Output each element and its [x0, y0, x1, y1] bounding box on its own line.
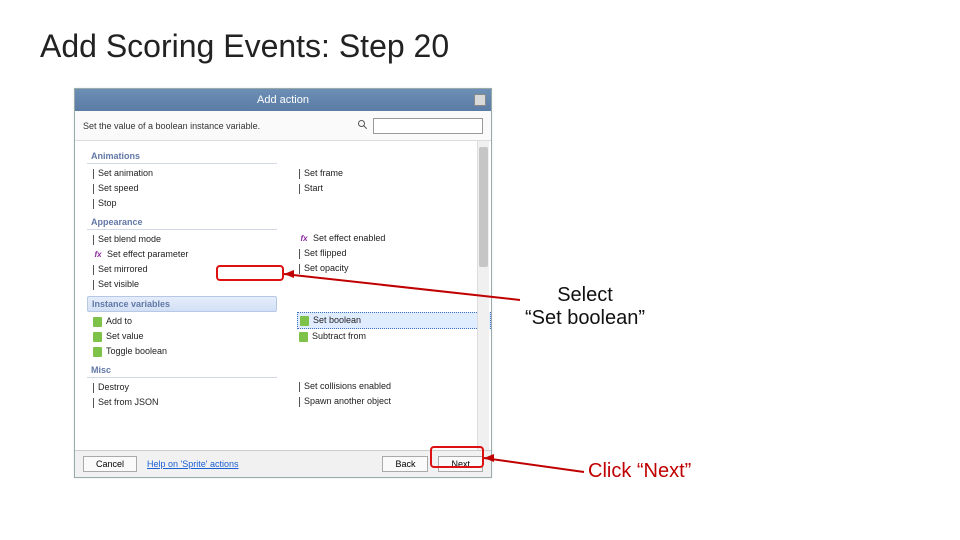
bookmark-icon: [300, 316, 309, 326]
next-button[interactable]: Next: [438, 456, 483, 472]
dialog-description-bar: Set the value of a boolean instance vari…: [75, 111, 491, 141]
bookmark-icon: [93, 317, 102, 327]
category-instance-variables: Instance variables: [87, 296, 277, 312]
bookmark-icon: [93, 347, 102, 357]
action-subtract-from[interactable]: Subtract from: [297, 329, 491, 344]
dialog-titlebar: Add action: [75, 89, 491, 111]
action-set-blend-mode[interactable]: Set blend mode: [91, 232, 285, 247]
back-button[interactable]: Back: [382, 456, 428, 472]
action-toggle-boolean[interactable]: Toggle boolean: [91, 344, 285, 359]
dialog-body: Animations Set animation Set speed Stop …: [75, 141, 491, 451]
action-set-from-json[interactable]: Set from JSON: [91, 395, 285, 410]
help-link[interactable]: Help on 'Sprite' actions: [147, 459, 239, 469]
action-stop[interactable]: Stop: [91, 196, 285, 211]
action-set-effect-enabled[interactable]: fxSet effect enabled: [297, 231, 491, 246]
action-set-effect-parameter[interactable]: fxSet effect parameter: [91, 247, 285, 262]
fx-icon: fx: [93, 248, 103, 261]
action-spawn-another-object[interactable]: Spawn another object: [297, 394, 491, 409]
action-add-to[interactable]: Add to: [91, 314, 285, 329]
cancel-button[interactable]: Cancel: [83, 456, 137, 472]
action-set-opacity[interactable]: Set opacity: [297, 261, 491, 276]
dialog-footer: Cancel Help on 'Sprite' actions Back Nex…: [75, 450, 491, 477]
bookmark-icon: [299, 332, 308, 342]
annotation-select: Select “Set boolean”: [510, 284, 660, 330]
slide-title: Add Scoring Events: Step 20: [40, 28, 449, 65]
dialog-description: Set the value of a boolean instance vari…: [83, 121, 260, 131]
category-misc: Misc: [87, 363, 277, 378]
scrollbar-thumb[interactable]: [479, 147, 488, 267]
search-icon: [357, 119, 369, 133]
dialog-title: Add action: [257, 94, 309, 106]
maximize-icon[interactable]: [474, 94, 486, 106]
action-set-value[interactable]: Set value: [91, 329, 285, 344]
action-set-collisions-enabled[interactable]: Set collisions enabled: [297, 379, 491, 394]
add-action-dialog: Add action Set the value of a boolean in…: [74, 88, 492, 478]
action-set-speed[interactable]: Set speed: [91, 181, 285, 196]
action-set-animation[interactable]: Set animation: [91, 166, 285, 181]
search-input[interactable]: [373, 118, 483, 134]
action-set-visible[interactable]: Set visible: [91, 277, 285, 292]
vertical-scrollbar[interactable]: [477, 141, 489, 451]
action-set-frame[interactable]: Set frame: [297, 166, 491, 181]
fx-icon: fx: [299, 232, 309, 245]
action-destroy[interactable]: Destroy: [91, 380, 285, 395]
action-set-mirrored[interactable]: Set mirrored: [91, 262, 285, 277]
action-set-flipped[interactable]: Set flipped: [297, 246, 491, 261]
connector-next: [484, 450, 604, 480]
category-animations: Animations: [87, 149, 277, 164]
action-start[interactable]: Start: [297, 181, 491, 196]
bookmark-icon: [93, 332, 102, 342]
action-set-boolean[interactable]: Set boolean: [297, 312, 491, 329]
category-appearance: Appearance: [87, 215, 277, 230]
annotation-click-next: Click “Next”: [588, 460, 691, 483]
